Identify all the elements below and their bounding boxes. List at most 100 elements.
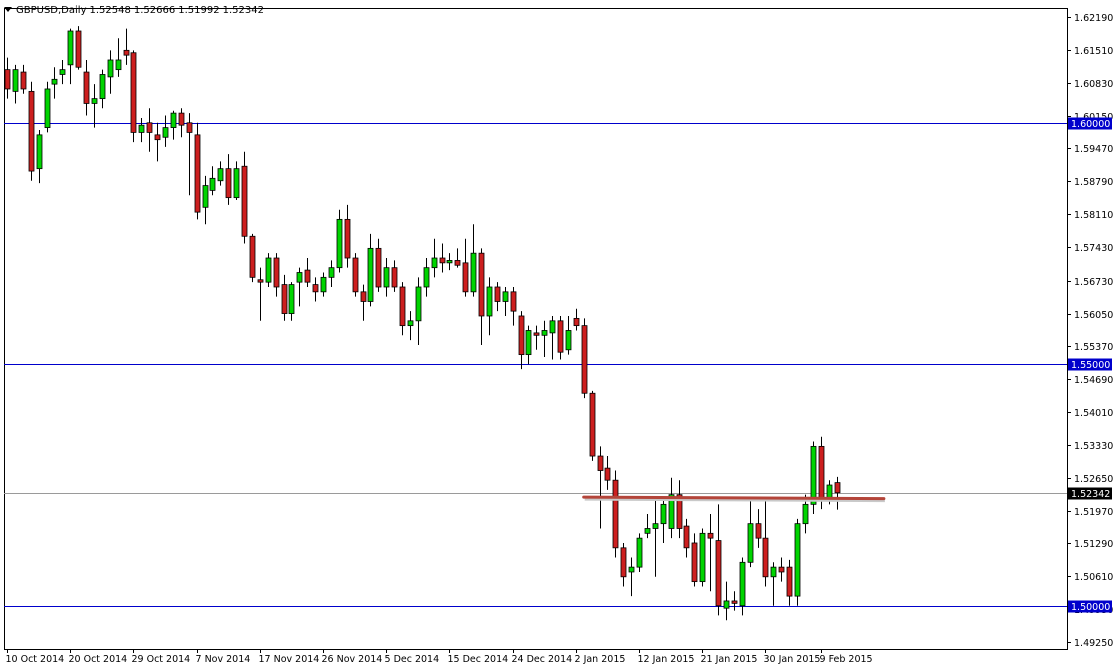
candle-body: [699, 532, 706, 583]
candle-body: [328, 267, 335, 278]
candle-body: [304, 269, 311, 283]
candle-body: [336, 218, 343, 269]
candle-body: [636, 537, 643, 568]
resistance-line: [582, 495, 886, 501]
candle-body: [123, 49, 130, 56]
candle-body: [273, 257, 280, 288]
y-tick-label: 1.58790: [1074, 177, 1113, 188]
y-tick-label: 1.56050: [1074, 310, 1113, 321]
candle-body: [549, 320, 556, 334]
candle-body: [660, 503, 667, 525]
candle-body: [288, 284, 295, 314]
candle-body: [755, 523, 762, 539]
candle-body: [589, 392, 596, 457]
candle-body: [628, 566, 635, 573]
candle-body: [28, 90, 35, 172]
candle-body: [691, 542, 698, 583]
y-tick-label: 1.52650: [1074, 474, 1113, 485]
x-tick-label: 2 Jan 2015: [575, 654, 626, 665]
candle-body: [344, 218, 351, 259]
candle-body: [170, 112, 177, 129]
candle-body: [36, 134, 43, 170]
candle-body: [91, 98, 98, 104]
candle-body: [604, 467, 611, 481]
candle-body: [367, 247, 374, 302]
x-tick-label: 12 Jan 2015: [638, 654, 695, 665]
candle-body: [644, 528, 651, 534]
candle-body: [186, 122, 193, 133]
candle-body: [312, 284, 319, 293]
x-tick-label: 17 Nov 2014: [259, 654, 320, 665]
candle-body: [12, 69, 19, 92]
candle-body: [518, 315, 525, 356]
candle-body: [439, 257, 446, 264]
x-tick-label: 9 Feb 2015: [820, 654, 873, 665]
y-tick-label: 1.57430: [1074, 243, 1113, 254]
candle-body: [731, 600, 738, 604]
y-tick-label: 1.53330: [1074, 441, 1113, 452]
x-tick-label: 10 Oct 2014: [6, 654, 65, 665]
candle-body: [541, 330, 548, 336]
candle-body: [415, 286, 422, 322]
candle-body: [44, 88, 51, 129]
candle-body: [431, 257, 438, 269]
x-tick-label: 30 Jan 2015: [764, 654, 821, 665]
open-value: 1.52548: [89, 5, 131, 16]
candle-body: [802, 503, 809, 525]
x-tick-label: 7 Nov 2014: [196, 654, 251, 665]
candle-body: [778, 566, 785, 573]
candle-body: [20, 71, 27, 90]
candle-body: [257, 279, 264, 283]
candle-body: [652, 523, 659, 529]
candle-body: [99, 74, 106, 100]
candle-body: [178, 112, 185, 126]
candle-body: [265, 257, 272, 283]
candle-body: [209, 177, 216, 191]
y-tick-label: 1.60830: [1074, 79, 1113, 90]
candle-body: [138, 124, 145, 133]
candle-body: [597, 455, 604, 471]
candle-body: [194, 134, 201, 213]
y-tick-label: 1.50610: [1074, 572, 1113, 583]
candle-body: [462, 262, 469, 293]
candle-body: [146, 122, 153, 133]
chart-window[interactable]: GBPUSD,Daily 1.52548 1.52666 1.51992 1.52342…: [0, 0, 1113, 668]
candle-body: [786, 566, 793, 597]
x-tick-label: 15 Dec 2014: [448, 654, 509, 665]
candle-body: [510, 291, 517, 312]
candle-body: [502, 291, 509, 302]
candle-body: [834, 482, 841, 494]
candle-body: [241, 165, 248, 237]
candle-body: [296, 272, 303, 283]
candle-body: [352, 257, 359, 293]
candle-body: [794, 523, 801, 597]
y-tick-label: 1.56730: [1074, 277, 1113, 288]
dropdown-triangle-icon[interactable]: [4, 7, 12, 12]
candle-body: [683, 525, 690, 549]
candle-body: [320, 276, 327, 293]
x-tick-label: 5 Dec 2014: [385, 654, 440, 665]
candle-body: [762, 537, 769, 578]
candlestick-chart[interactable]: 1.621901.615101.608301.601501.594701.587…: [0, 0, 1113, 668]
candle-body: [486, 286, 493, 317]
candle-body: [557, 320, 564, 353]
candle-body: [281, 284, 288, 314]
close-value: 1.52342: [222, 5, 264, 16]
y-tick-label: 1.49250: [1074, 638, 1113, 649]
candle-body: [4, 69, 11, 90]
candle-body: [715, 540, 722, 607]
x-tick-label: 26 Nov 2014: [322, 654, 383, 665]
candle-body: [407, 320, 414, 327]
candle-body: [470, 252, 477, 293]
price-level-label: 1.60000: [1071, 119, 1110, 130]
candle-body: [770, 566, 777, 578]
candle-body: [533, 332, 540, 336]
candle-body: [130, 52, 137, 133]
candle-body: [723, 600, 730, 609]
candle-body: [620, 547, 627, 578]
candle-body: [217, 168, 224, 182]
candle-body: [154, 134, 161, 141]
x-tick-label: 21 Jan 2015: [701, 654, 758, 665]
x-tick-label: 29 Oct 2014: [132, 654, 191, 665]
y-tick-label: 1.62190: [1074, 13, 1113, 24]
